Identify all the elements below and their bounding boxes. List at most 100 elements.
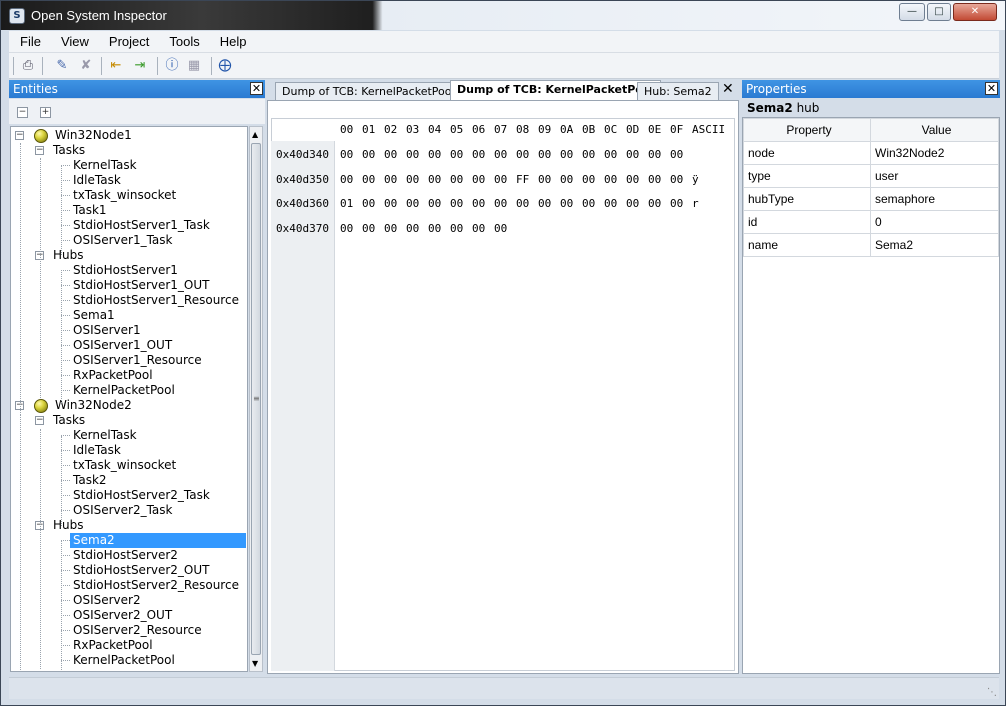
menu-project[interactable]: Project	[98, 31, 158, 49]
hex-byte[interactable]: 00	[472, 173, 485, 187]
property-row[interactable]: node Win32Node2	[743, 141, 999, 165]
property-row[interactable]: hubType semaphore	[743, 187, 999, 211]
tree-item[interactable]: StdioHostServer1	[73, 263, 178, 278]
entities-scrollbar[interactable]: ▲ ≡ ▼	[249, 126, 263, 672]
hex-byte[interactable]: 00	[384, 173, 397, 187]
tree-item[interactable]: StdioHostServer2	[73, 548, 178, 563]
close-properties-icon[interactable]: ✕	[985, 82, 998, 95]
tree-item[interactable]: StdioHostServer1_OUT	[73, 278, 209, 293]
tab-hub-sema2[interactable]: Hub: Sema2	[637, 82, 719, 100]
connect-icon[interactable]: ✎	[53, 57, 71, 75]
tree-item[interactable]: RxPacketPool	[73, 638, 153, 653]
tree-node[interactable]: Win32Node2	[55, 398, 132, 413]
title-bar[interactable]: S Open System Inspector — □ ✕	[1, 1, 1005, 30]
property-row[interactable]: name Sema2	[743, 233, 999, 257]
hex-byte[interactable]: 00	[670, 173, 683, 187]
tree-item[interactable]: IdleTask	[73, 443, 121, 458]
tree-item[interactable]: StdioHostServer2_Task	[73, 488, 210, 503]
hex-byte[interactable]: 00	[472, 197, 485, 211]
tree-item[interactable]: KernelTask	[73, 428, 137, 443]
export-icon[interactable]: ⇥	[131, 57, 149, 75]
hex-byte[interactable]: 00	[428, 148, 441, 162]
property-row[interactable]: type user	[743, 164, 999, 188]
hex-byte[interactable]: 00	[494, 148, 507, 162]
tree-item[interactable]: StdioHostServer2_OUT	[73, 563, 209, 578]
hex-byte[interactable]: 00	[450, 222, 463, 236]
hex-byte[interactable]: 00	[648, 173, 661, 187]
tree-item[interactable]: KernelPacketPool	[73, 653, 175, 668]
property-value[interactable]: Sema2	[870, 233, 999, 257]
hex-byte[interactable]: 00	[428, 173, 441, 187]
tree-item[interactable]: OSIServer1	[73, 323, 141, 338]
hex-byte[interactable]: 00	[626, 148, 639, 162]
property-value[interactable]: Win32Node2	[870, 141, 999, 165]
minimize-button[interactable]: —	[899, 3, 925, 21]
hex-byte[interactable]: 00	[560, 148, 573, 162]
expand-all-icon[interactable]: +	[40, 107, 51, 118]
close-entities-icon[interactable]: ✕	[250, 82, 263, 95]
scroll-down-icon[interactable]: ▼	[252, 659, 258, 668]
hex-byte[interactable]: 00	[538, 173, 551, 187]
hex-byte[interactable]: 00	[340, 148, 353, 162]
tab-dump-1[interactable]: Dump of TCB: KernelPacketPool	[275, 82, 462, 100]
hex-byte[interactable]: 00	[494, 173, 507, 187]
hex-byte[interactable]: 00	[384, 222, 397, 236]
hex-byte[interactable]: 00	[604, 148, 617, 162]
hex-byte[interactable]: 00	[604, 173, 617, 187]
collapse-all-icon[interactable]: −	[17, 107, 28, 118]
property-row[interactable]: id 0	[743, 210, 999, 234]
hex-byte[interactable]: 00	[472, 222, 485, 236]
tree-group[interactable]: Hubs	[53, 518, 84, 533]
group-expander-icon[interactable]: −	[35, 416, 44, 425]
hex-byte[interactable]: 00	[428, 197, 441, 211]
value-column-header[interactable]: Value	[870, 118, 999, 142]
tree-group[interactable]: Hubs	[53, 248, 84, 263]
tree-item[interactable]: RxPacketPool	[73, 368, 153, 383]
hex-byte[interactable]: FF	[516, 173, 529, 187]
hex-byte[interactable]: 00	[560, 173, 573, 187]
tree-item[interactable]: StdioHostServer1_Task	[73, 218, 210, 233]
property-value[interactable]: user	[870, 164, 999, 188]
tree-item[interactable]: OSIServer1_Resource	[73, 353, 202, 368]
hex-byte[interactable]: 00	[340, 222, 353, 236]
tree-item[interactable]: OSIServer2_Resource	[73, 623, 202, 638]
hex-byte[interactable]: 00	[428, 222, 441, 236]
tree-item[interactable]: txTask_winsocket	[73, 458, 176, 473]
scroll-thumb[interactable]: ≡	[251, 143, 261, 655]
disconnect-icon[interactable]: ✘	[77, 57, 95, 75]
hex-byte[interactable]: 00	[670, 197, 683, 211]
tree-node[interactable]: Win32Node1	[55, 128, 132, 143]
hex-byte[interactable]: 00	[406, 222, 419, 236]
tree-group[interactable]: Tasks	[53, 413, 85, 428]
hex-byte[interactable]: 01	[340, 197, 353, 211]
hex-byte[interactable]: 00	[384, 197, 397, 211]
hex-byte[interactable]: 00	[472, 148, 485, 162]
tree-item[interactable]: OSIServer2_OUT	[73, 608, 172, 623]
menu-tools[interactable]: Tools	[158, 31, 208, 49]
menu-view[interactable]: View	[50, 31, 98, 49]
hex-byte[interactable]: 00	[362, 148, 375, 162]
hex-byte[interactable]: 00	[626, 173, 639, 187]
hex-byte[interactable]: 00	[384, 148, 397, 162]
menu-help[interactable]: Help	[209, 31, 256, 49]
tree-item[interactable]: Sema2	[70, 533, 246, 548]
hex-byte[interactable]: 00	[362, 197, 375, 211]
hex-byte[interactable]: 00	[648, 148, 661, 162]
calculator-icon[interactable]: ▦	[185, 57, 203, 75]
node-expander-icon[interactable]: −	[15, 131, 24, 140]
hex-byte[interactable]: 00	[582, 148, 595, 162]
menu-file[interactable]: File	[9, 31, 50, 49]
hex-byte[interactable]: 00	[560, 197, 573, 211]
property-value[interactable]: 0	[870, 210, 999, 234]
info-icon[interactable]: ⓘ	[163, 57, 181, 75]
close-tab-icon[interactable]: ✕	[722, 81, 734, 97]
hex-byte[interactable]: 00	[406, 197, 419, 211]
tree-item[interactable]: Task1	[73, 203, 107, 218]
tab-dump-2[interactable]: Dump of TCB: KernelPacketPool	[450, 80, 662, 100]
entities-tree[interactable]: − Win32Node1− Tasks KernelTask IdleTask txTas…	[10, 126, 248, 672]
tree-item[interactable]: StdioHostServer1_Resource	[73, 293, 239, 308]
hex-byte[interactable]: 00	[582, 173, 595, 187]
hex-byte[interactable]: 00	[406, 148, 419, 162]
tree-item[interactable]: OSIServer1_OUT	[73, 338, 172, 353]
hex-byte[interactable]: 00	[340, 173, 353, 187]
